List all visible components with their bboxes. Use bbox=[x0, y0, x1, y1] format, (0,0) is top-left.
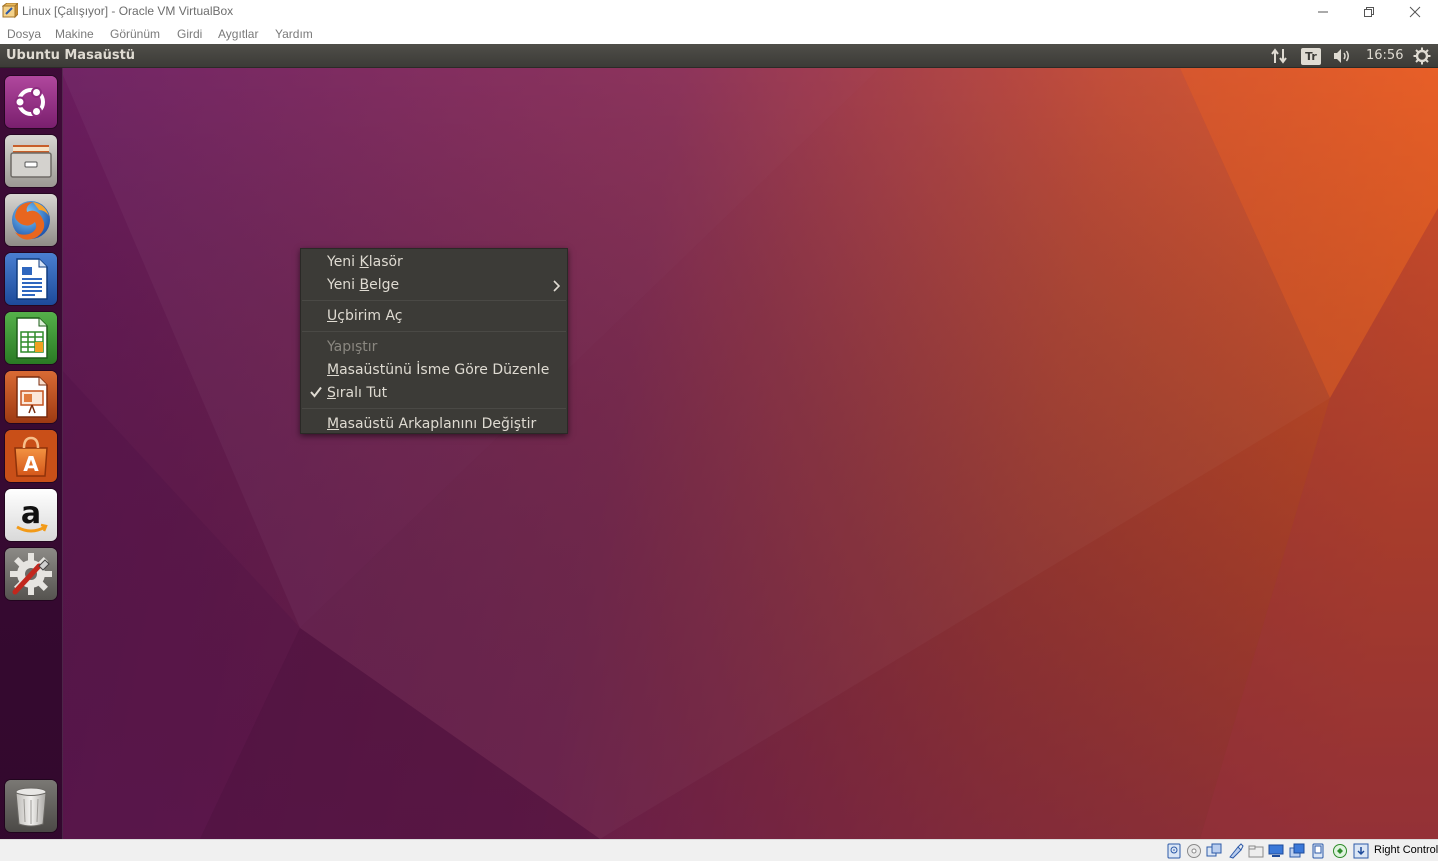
close-button[interactable] bbox=[1392, 0, 1438, 24]
menu-separator bbox=[302, 300, 566, 301]
menu-separator bbox=[302, 408, 566, 409]
network-icon[interactable] bbox=[1228, 843, 1244, 859]
launcher-settings[interactable] bbox=[5, 548, 57, 600]
session-gear-icon bbox=[1413, 47, 1431, 65]
launcher-dash[interactable] bbox=[5, 76, 57, 128]
system-settings-icon bbox=[5, 548, 57, 600]
libreoffice-impress-icon bbox=[5, 371, 57, 423]
menu-item-label: Yeni Klasör bbox=[327, 254, 403, 270]
menu-separator bbox=[302, 331, 566, 332]
virtualbox-icon bbox=[1, 1, 20, 19]
panel-title: Ubuntu Masaüstü bbox=[6, 48, 136, 63]
firefox-icon bbox=[5, 194, 57, 246]
libreoffice-calc-icon bbox=[5, 312, 57, 364]
window-title: Linux [Çalışıyor] - Oracle VM VirtualBox bbox=[22, 4, 234, 18]
unity-launcher: A a bbox=[0, 68, 63, 839]
close-icon bbox=[1409, 6, 1421, 18]
submenu-arrow-icon bbox=[553, 280, 560, 292]
menu-item-new-folder[interactable]: Yeni Klasör bbox=[302, 252, 566, 274]
launcher-trash[interactable] bbox=[5, 780, 57, 832]
menu-gorunum[interactable]: Görünüm bbox=[110, 27, 160, 41]
shared-folders-icon[interactable] bbox=[1268, 843, 1284, 859]
menu-dosya[interactable]: Dosya bbox=[7, 27, 41, 41]
cpu-icon[interactable] bbox=[1332, 843, 1348, 859]
files-icon bbox=[5, 135, 57, 187]
menu-item-paste: Yapıştır bbox=[302, 337, 566, 359]
launcher-firefox[interactable] bbox=[5, 194, 57, 246]
ubuntu-dash-icon bbox=[5, 76, 57, 128]
usb-icon[interactable] bbox=[1248, 843, 1264, 859]
optical-drive-icon[interactable] bbox=[1186, 843, 1202, 859]
menu-item-label: Uçbirim Aç bbox=[327, 308, 403, 324]
menu-aygitlar[interactable]: Aygıtlar bbox=[218, 27, 258, 41]
session-indicator[interactable] bbox=[1410, 44, 1434, 68]
vbox-titlebar: Linux [Çalışıyor] - Oracle VM VirtualBox bbox=[0, 0, 1438, 24]
keyboard-layout-indicator[interactable]: Tr bbox=[1300, 44, 1322, 68]
restore-button[interactable] bbox=[1346, 0, 1392, 24]
menu-item-organize-by-name[interactable]: Masaüstünü İsme Göre Düzenle bbox=[302, 360, 566, 382]
checkmark-icon bbox=[310, 386, 322, 398]
menu-item-label: Yapıştır bbox=[327, 339, 378, 355]
menu-item-label: Yeni Belge bbox=[327, 277, 400, 293]
desktop-wallpaper[interactable] bbox=[0, 68, 1438, 839]
menu-item-open-terminal[interactable]: Uçbirim Aç bbox=[302, 306, 566, 328]
trash-icon bbox=[5, 780, 57, 832]
menu-girdi[interactable]: Girdi bbox=[177, 27, 202, 41]
launcher-files[interactable] bbox=[5, 135, 57, 187]
launcher-impress[interactable] bbox=[5, 371, 57, 423]
keyboard-layout-label: Tr bbox=[1301, 47, 1321, 65]
desktop-context-menu: Yeni Klasör Yeni Belge Uçbirim Aç Yapışt… bbox=[300, 248, 568, 434]
menu-item-change-background[interactable]: Masaüstü Arkaplanını Değiştir bbox=[302, 414, 566, 436]
host-key-label: Right Control bbox=[1374, 844, 1438, 856]
svg-text:A: A bbox=[23, 452, 39, 476]
menu-item-label: Masaüstünü İsme Göre Düzenle bbox=[327, 362, 550, 378]
menu-item-label: Sıralı Tut bbox=[327, 385, 388, 401]
launcher-amazon[interactable]: a bbox=[5, 489, 57, 541]
svg-text:a: a bbox=[21, 496, 41, 531]
launcher-software[interactable]: A bbox=[5, 430, 57, 482]
panel-clock[interactable]: 16:56 bbox=[1366, 48, 1403, 63]
ubuntu-software-icon: A bbox=[5, 430, 57, 482]
keyboard-capture-icon[interactable] bbox=[1353, 843, 1369, 859]
libreoffice-writer-icon bbox=[5, 253, 57, 305]
menu-yardim[interactable]: Yardım bbox=[275, 27, 313, 41]
hard-disk-icon[interactable] bbox=[1166, 843, 1182, 859]
sound-indicator[interactable] bbox=[1330, 44, 1354, 68]
menu-item-new-document[interactable]: Yeni Belge bbox=[302, 275, 566, 297]
launcher-writer[interactable] bbox=[5, 253, 57, 305]
amazon-icon: a bbox=[5, 489, 57, 541]
audio-icon[interactable] bbox=[1206, 843, 1222, 859]
display-icon[interactable] bbox=[1289, 843, 1305, 859]
top-panel: Ubuntu Masaüstü Tr 16:56 bbox=[0, 44, 1438, 68]
network-arrows-icon bbox=[1271, 48, 1287, 64]
network-indicator[interactable] bbox=[1268, 44, 1290, 68]
menu-makine[interactable]: Makine bbox=[55, 27, 94, 41]
menu-item-label: Masaüstü Arkaplanını Değiştir bbox=[327, 416, 537, 432]
launcher-calc[interactable] bbox=[5, 312, 57, 364]
vbox-statusbar: Right Control bbox=[0, 839, 1438, 861]
minimize-button[interactable] bbox=[1300, 0, 1346, 24]
video-capture-icon[interactable] bbox=[1310, 843, 1326, 859]
vbox-menubar: Dosya Makine Görünüm Girdi Aygıtlar Yard… bbox=[0, 24, 1438, 44]
restore-icon bbox=[1364, 7, 1374, 17]
volume-icon bbox=[1334, 49, 1349, 63]
guest-screen: Ubuntu Masaüstü Tr 16:56 A a Yeni Klasör… bbox=[0, 44, 1438, 839]
minimize-icon bbox=[1318, 11, 1328, 13]
menu-item-keep-aligned[interactable]: Sıralı Tut bbox=[302, 383, 566, 405]
